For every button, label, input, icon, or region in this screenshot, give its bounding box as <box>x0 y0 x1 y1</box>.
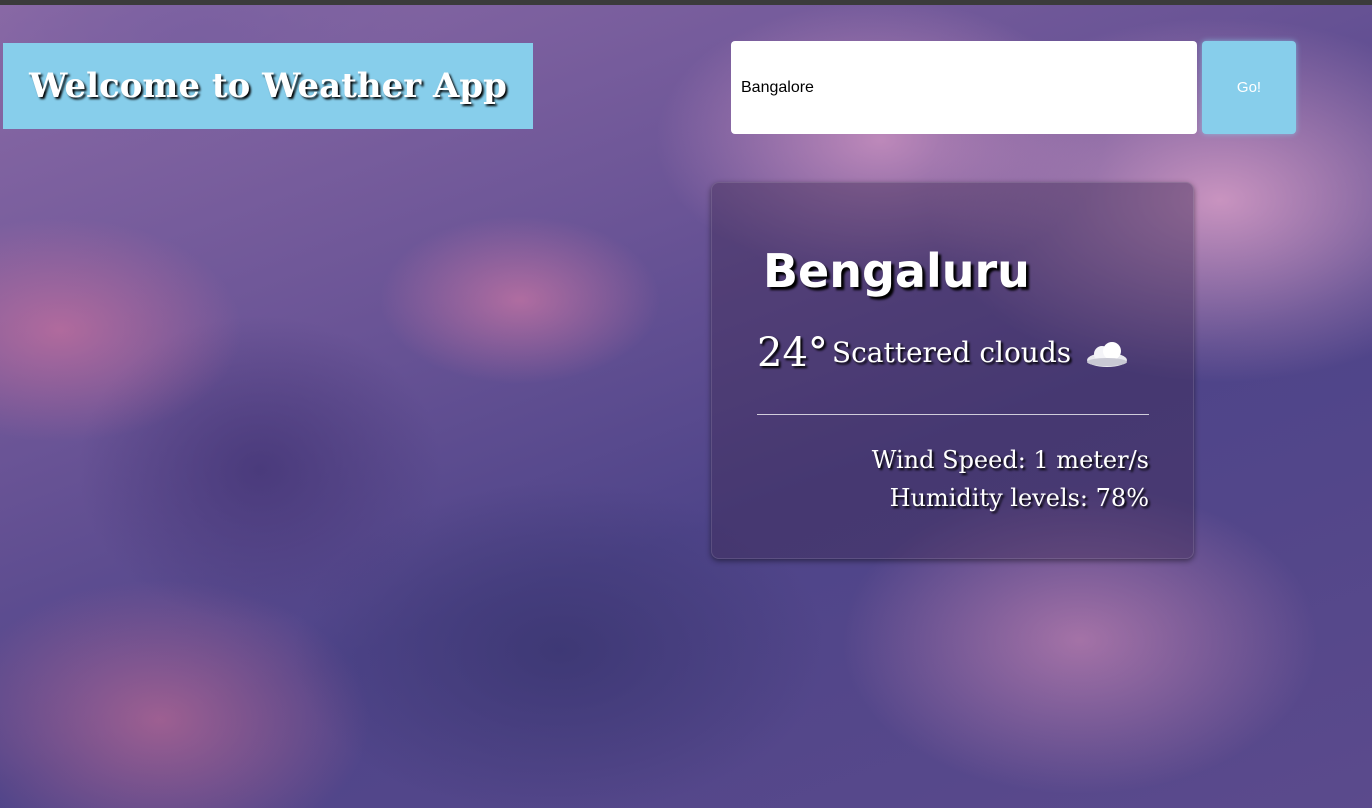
top-border <box>0 0 1372 5</box>
page-title: Welcome to Weather App <box>29 66 507 106</box>
go-button[interactable]: Go! <box>1202 41 1296 134</box>
weather-card: Bengaluru 24° Scattered clouds Wind Spee… <box>711 182 1194 559</box>
city-search-input[interactable] <box>731 41 1197 134</box>
cloud-icon <box>1085 338 1129 368</box>
weather-details: Wind Speed: 1 meter/s Humidity levels: 7… <box>872 441 1149 517</box>
app-title-banner: Welcome to Weather App <box>3 43 533 129</box>
wind-speed-text: Wind Speed: 1 meter/s <box>871 446 1149 474</box>
temperature-row: 24° Scattered clouds <box>757 323 1129 383</box>
temperature-value: 24° <box>757 330 828 376</box>
humidity-text: Humidity levels: 78% <box>889 484 1149 512</box>
card-divider <box>757 414 1149 415</box>
city-name: Bengaluru <box>763 244 1030 298</box>
weather-description: Scattered clouds <box>831 336 1072 369</box>
